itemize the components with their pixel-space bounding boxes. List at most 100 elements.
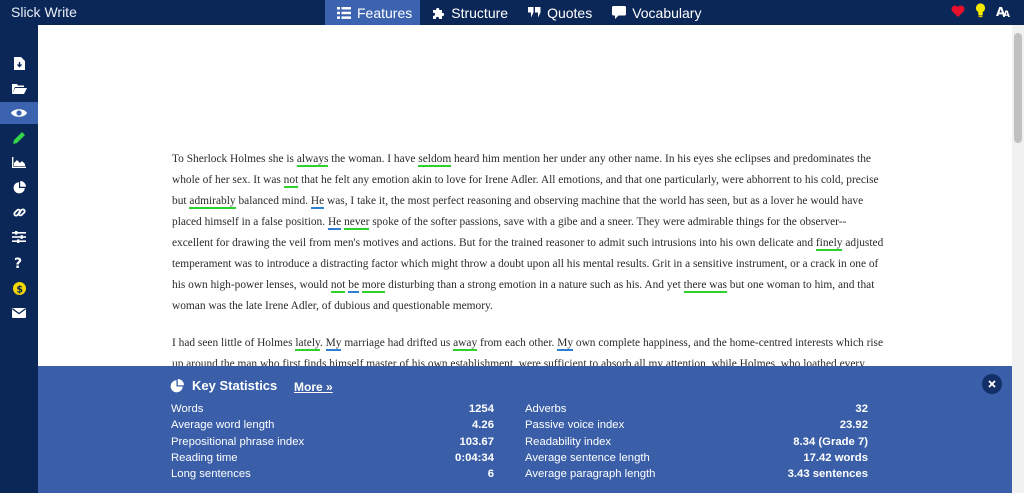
tab-features[interactable]: Features <box>325 0 421 25</box>
sidebar-edit-button[interactable] <box>0 126 38 148</box>
flagged-word: more <box>361 279 386 293</box>
font-icon[interactable]: AA <box>996 4 1012 18</box>
stat-value: 103.67 <box>459 435 494 448</box>
stat-value: 0:04:34 <box>455 451 494 464</box>
flagged-word: never <box>344 216 370 230</box>
tab-structure[interactable]: Structure <box>420 0 516 25</box>
stat-value: 6 <box>487 468 494 481</box>
sidebar-help-button[interactable]: ? <box>0 252 38 274</box>
flagged-word: He <box>327 216 342 230</box>
flagged-word: there was <box>683 279 727 293</box>
text-run: To Sherlock Holmes she is <box>172 153 297 165</box>
comment-icon <box>612 6 627 19</box>
editor-scrollbar[interactable] <box>1012 25 1024 493</box>
stat-row: Average sentence length 17.42 words <box>525 450 868 466</box>
file-download-icon <box>13 56 25 70</box>
pie-chart-icon <box>170 378 184 392</box>
text-run: the woman. I have <box>328 153 419 165</box>
flagged-word: admirably <box>189 195 236 209</box>
svg-text:?: ? <box>14 256 22 270</box>
dollar-icon: $ <box>12 281 26 295</box>
sidebar-pie-button[interactable] <box>0 176 38 198</box>
folder-open-icon <box>11 83 27 94</box>
stat-row: Readability index 8.34 (Grade 7) <box>525 434 868 450</box>
close-icon <box>988 380 996 388</box>
stats-header: Key Statistics <box>170 378 277 393</box>
flagged-word: My <box>557 337 574 351</box>
sidebar-contact-button[interactable] <box>0 302 38 324</box>
stat-value: 1254 <box>468 403 494 415</box>
flagged-word: seldom <box>418 153 452 167</box>
key-statistics-panel: Key Statistics More » Words 1254 Average … <box>38 366 1012 493</box>
text-run: marriage had drifted us <box>341 337 454 349</box>
tab-structure-label: Structure <box>451 4 509 21</box>
sidebar-donate-button[interactable]: $ <box>0 277 38 299</box>
flagged-word: My <box>325 337 342 351</box>
flagged-word: not <box>330 279 346 293</box>
stats-left-column: Words 1254 Average word length 4.26 Prepos… <box>171 401 494 482</box>
tab-vocabulary[interactable]: Vocabulary <box>600 0 709 25</box>
sidebar-chart-button[interactable] <box>0 151 38 173</box>
tab-vocabulary-label: Vocabulary <box>632 4 702 21</box>
sidebar-link-button[interactable] <box>0 201 38 223</box>
stats-more-link[interactable]: More » <box>294 380 333 394</box>
sidebar: ? $ <box>0 25 38 493</box>
scrollbar-thumb[interactable] <box>1014 33 1022 143</box>
envelope-icon <box>12 308 26 318</box>
area-chart-icon <box>12 156 26 168</box>
quote-icon <box>528 7 541 18</box>
top-icons: AA <box>951 3 1012 18</box>
text-run: . <box>319 337 326 349</box>
text-run: balanced mind. <box>235 195 311 207</box>
stat-row: Average word length 4.26 <box>171 417 494 433</box>
app-title: Slick Write <box>11 4 77 20</box>
text-run: from each other. <box>477 337 558 349</box>
stats-right-column: Adverbs 32 Passive voice index 23.92 Reada… <box>525 401 868 482</box>
text-run: I had seen little of Holmes <box>172 337 296 349</box>
heart-icon[interactable] <box>951 5 965 17</box>
sliders-icon <box>12 231 26 243</box>
sidebar-settings-button[interactable] <box>0 226 38 248</box>
tab-quotes[interactable]: Quotes <box>516 0 600 25</box>
flagged-word: finely <box>815 237 843 251</box>
stat-value: 23.92 <box>839 419 868 432</box>
stat-label: Reading time <box>171 451 238 464</box>
document-paragraph: To Sherlock Holmes she is always the wom… <box>172 149 884 317</box>
flagged-word: not <box>283 174 299 188</box>
text-run: disturbing than a strong emotion in a na… <box>385 279 684 291</box>
lightbulb-icon[interactable] <box>975 3 986 18</box>
pencil-icon <box>12 131 25 144</box>
stat-row: Prepositional phrase index 103.67 <box>171 434 494 450</box>
stat-label: Passive voice index <box>525 419 625 432</box>
stat-label: Long sentences <box>171 468 251 481</box>
flagged-word: away <box>453 337 478 351</box>
sidebar-view-button[interactable] <box>0 102 38 124</box>
list-icon <box>337 6 351 19</box>
tab-quotes-label: Quotes <box>547 4 593 21</box>
stat-row: Passive voice index 23.92 <box>525 417 868 433</box>
stat-value: 3.43 sentences <box>787 468 868 481</box>
stat-row: Reading time 0:04:34 <box>171 450 494 466</box>
eye-icon <box>11 109 27 117</box>
stat-label: Average word length <box>171 419 275 432</box>
stat-label: Average sentence length <box>525 451 650 464</box>
stat-row: Words 1254 <box>171 401 494 417</box>
pie-chart-icon <box>13 180 26 193</box>
sidebar-export-button[interactable] <box>0 52 38 74</box>
stat-row: Long sentences 6 <box>171 466 494 482</box>
flagged-word: He <box>310 195 325 209</box>
flagged-word: lately <box>295 337 320 351</box>
stat-row: Average paragraph length 3.43 sentences <box>525 466 868 482</box>
stat-value: 17.42 words <box>803 451 868 464</box>
stat-row: Adverbs 32 <box>525 401 868 417</box>
stat-value: 4.26 <box>472 419 494 432</box>
stat-label: Adverbs <box>525 403 567 415</box>
stat-value: 8.34 (Grade 7) <box>793 435 868 448</box>
stat-label: Average paragraph length <box>525 468 656 481</box>
svg-text:$: $ <box>16 284 23 295</box>
sidebar-open-button[interactable] <box>0 77 38 99</box>
puzzle-icon <box>433 7 445 19</box>
stat-label: Prepositional phrase index <box>171 435 305 448</box>
stats-title: Key Statistics <box>192 378 278 393</box>
close-stats-button[interactable] <box>982 374 1002 394</box>
